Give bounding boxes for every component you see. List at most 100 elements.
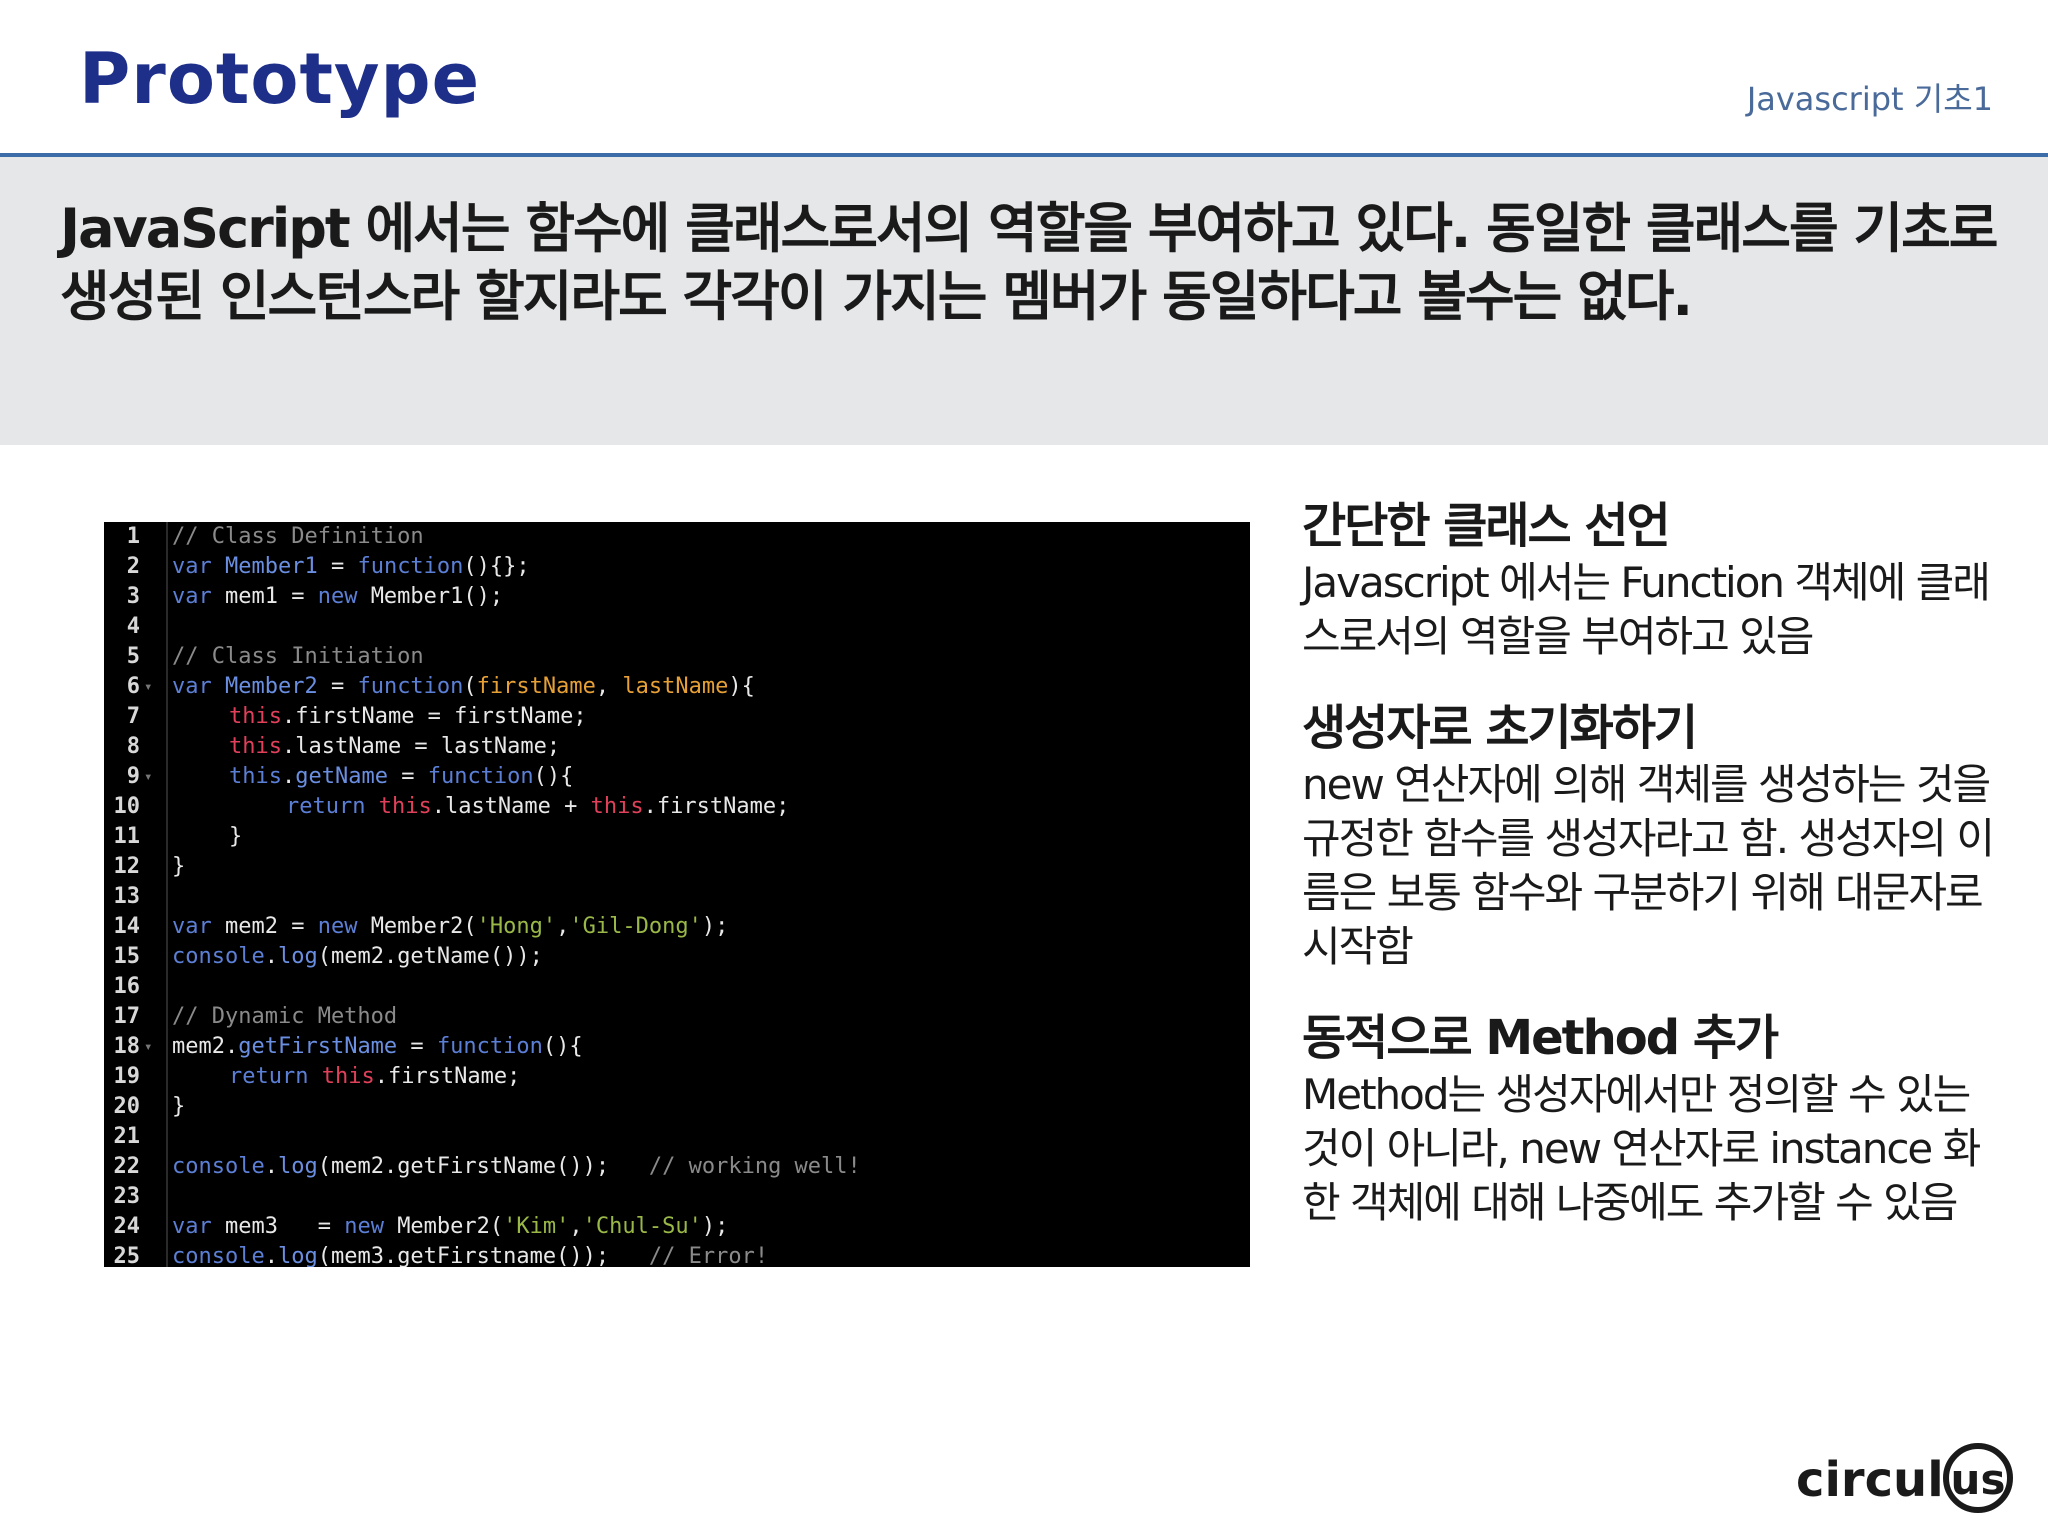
code-token: } bbox=[229, 824, 243, 849]
code-token: } bbox=[172, 1094, 186, 1119]
code-token: (){ bbox=[533, 764, 574, 789]
section-dynamic-method: 동적으로 Method 추가 Method는 생성자에서만 정의할 수 있는 것… bbox=[1302, 1008, 2002, 1230]
code-text: // Class Definition bbox=[172, 522, 424, 552]
line-number: 21 bbox=[113, 1124, 141, 1149]
code-token: log bbox=[277, 1154, 318, 1179]
code-token: 'Gil-Dong' bbox=[569, 914, 702, 939]
summary-banner: JavaScript 에서는 함수에 클래스로서의 역할을 부여하고 있다. 동… bbox=[0, 157, 2048, 445]
code-line: 13 bbox=[104, 882, 1250, 912]
code-token: return bbox=[229, 1064, 322, 1089]
code-text: var Member1 = function(){}; bbox=[172, 552, 530, 582]
code-line: 23 bbox=[104, 1182, 1250, 1212]
line-number: 9 bbox=[126, 764, 140, 789]
fold-arrow-icon: ▾ bbox=[144, 1039, 153, 1055]
code-token: , bbox=[556, 914, 570, 939]
code-text: var Member2 = function(firstName, lastNa… bbox=[172, 672, 755, 702]
code-token: = bbox=[317, 554, 358, 579]
code-line: 12} bbox=[104, 852, 1250, 882]
line-number: 7 bbox=[126, 704, 140, 729]
page-title: Prototype bbox=[79, 38, 481, 120]
code-token: = bbox=[317, 674, 358, 699]
code-token: var bbox=[172, 914, 225, 939]
code-token: // Class Definition bbox=[172, 524, 424, 549]
code-line: 3 var mem1 = new Member1(); bbox=[104, 582, 1250, 612]
summary-text: JavaScript 에서는 함수에 클래스로서의 역할을 부여하고 있다. 동… bbox=[60, 197, 1998, 328]
code-token: lastName bbox=[622, 674, 729, 699]
code-line: 5 // Class Initiation bbox=[104, 642, 1250, 672]
line-number: 23 bbox=[113, 1184, 141, 1209]
code-line: 10 return this.lastName + this.firstName; bbox=[104, 792, 1250, 822]
course-tag: Javascript 기초1 bbox=[1746, 80, 1993, 118]
code-line: 1 // Class Definition bbox=[104, 522, 1250, 552]
code-token: . bbox=[281, 764, 296, 789]
code-token: . bbox=[264, 1154, 278, 1179]
code-line: 4 bbox=[104, 612, 1250, 642]
code-line: 22 console.log(mem2.getFirstName()); // w… bbox=[104, 1152, 1250, 1182]
code-line: 7 this.firstName = firstName; bbox=[104, 702, 1250, 732]
code-token: this bbox=[229, 734, 282, 759]
code-text: console.log(mem3.getFirstname()); // Err… bbox=[172, 1242, 768, 1267]
code-token: firstName bbox=[476, 674, 596, 699]
code-token: Member2 bbox=[224, 674, 318, 699]
code-line: 2 var Member1 = function(){}; bbox=[104, 552, 1250, 582]
line-number: 2 bbox=[126, 554, 140, 579]
logo-text: circul bbox=[1796, 1452, 1944, 1508]
code-token: this bbox=[321, 1064, 375, 1089]
code-token: } bbox=[172, 854, 186, 879]
code-token: 'Chul-Su' bbox=[582, 1214, 702, 1239]
code-token: var bbox=[172, 674, 225, 699]
code-token: (){}; bbox=[463, 554, 530, 579]
line-number: 25 bbox=[113, 1244, 141, 1267]
code-token: (mem2.getFirstName()); bbox=[317, 1154, 649, 1179]
code-token: // Class Initiation bbox=[172, 644, 424, 669]
code-token: ){ bbox=[728, 674, 755, 699]
code-text: mem2.getFirstName = function(){ bbox=[172, 1032, 583, 1062]
code-token: .firstName; bbox=[374, 1064, 521, 1089]
code-text: } bbox=[172, 1092, 185, 1122]
code-text: this.getName = function(){ bbox=[229, 762, 573, 792]
code-text: return this.lastName + this.firstName; bbox=[286, 792, 789, 822]
line-number: 15 bbox=[113, 944, 141, 969]
section-constructor: 생성자로 초기화하기 new 연산자에 의해 객체를 생성하는 것을 규정한 함… bbox=[1302, 698, 2002, 974]
section-body: Javascript 에서는 Function 객체에 클래스로서의 역할을 부… bbox=[1302, 558, 1991, 661]
code-token: getName bbox=[295, 764, 388, 789]
code-text: // Class Initiation bbox=[172, 642, 424, 672]
circulus-logo: circul us bbox=[1796, 1443, 2013, 1513]
code-token: var bbox=[172, 584, 225, 609]
code-line: 8 this.lastName = lastName; bbox=[104, 732, 1250, 762]
section-heading: 간단한 클래스 선언 bbox=[1302, 498, 1671, 554]
code-text: } bbox=[172, 852, 185, 882]
code-token: (){ bbox=[542, 1034, 583, 1059]
code-text: var mem3 = new Member2('Kim','Chul-Su'); bbox=[172, 1212, 728, 1242]
code-line: 18 ▾ mem2.getFirstName = function(){ bbox=[104, 1032, 1250, 1062]
code-token: .firstName = firstName; bbox=[281, 704, 587, 729]
code-token: var bbox=[172, 1214, 225, 1239]
code-token: log bbox=[277, 944, 318, 969]
code-token: mem2 = bbox=[224, 914, 318, 939]
code-token: (mem3.getFirstname()); bbox=[317, 1244, 649, 1267]
logo-circle-text: us bbox=[1951, 1455, 2006, 1504]
line-number: 19 bbox=[113, 1064, 141, 1089]
slide: Prototype Javascript 기초1 JavaScript 에서는 … bbox=[0, 0, 2048, 1536]
code-token: this bbox=[229, 764, 282, 789]
code-token: log bbox=[277, 1244, 318, 1267]
code-line: 11} bbox=[104, 822, 1250, 852]
code-line: 19 return this.firstName; bbox=[104, 1062, 1250, 1092]
code-token: = bbox=[387, 764, 428, 789]
code-text: // Dynamic Method bbox=[172, 1002, 397, 1032]
line-number: 4 bbox=[126, 614, 140, 639]
code-token: .firstName; bbox=[643, 794, 790, 819]
code-line: 15 console.log(mem2.getName()); bbox=[104, 942, 1250, 972]
fold-arrow-icon: ▾ bbox=[144, 769, 153, 785]
code-token: new bbox=[317, 584, 371, 609]
line-number: 16 bbox=[113, 974, 141, 999]
code-token: console bbox=[172, 1154, 265, 1179]
code-token: this bbox=[229, 704, 282, 729]
code-token: . bbox=[264, 944, 278, 969]
code-token: mem1 = bbox=[224, 584, 318, 609]
code-text: console.log(mem2.getFirstName()); // wor… bbox=[172, 1152, 861, 1182]
code-token: Member1 bbox=[224, 554, 318, 579]
code-token: function bbox=[357, 674, 464, 699]
code-text: this.firstName = firstName; bbox=[229, 702, 587, 732]
line-number: 14 bbox=[113, 914, 141, 939]
